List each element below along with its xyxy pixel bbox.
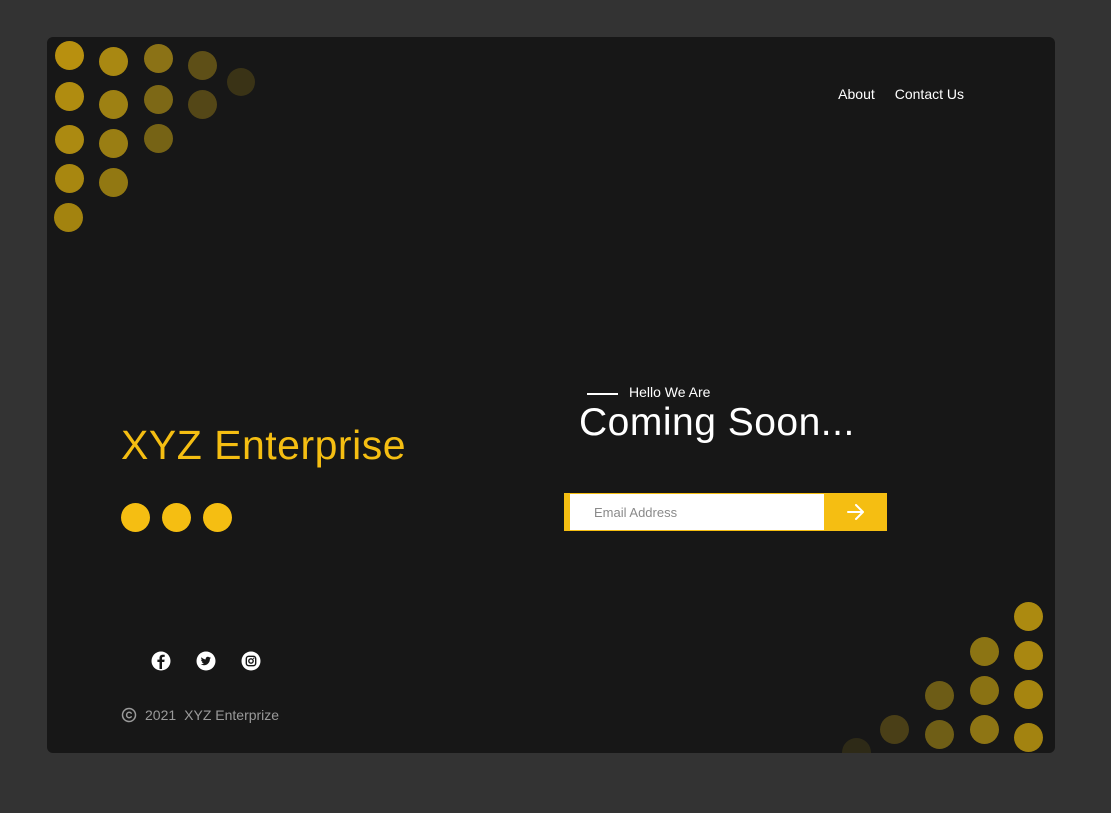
brand-dot: [162, 503, 191, 532]
facebook-icon[interactable]: [151, 651, 171, 671]
headline: Coming Soon...: [579, 401, 855, 444]
brand-title: XYZ Enterprise: [121, 422, 406, 468]
social-links: [151, 651, 261, 671]
decorative-dot: [227, 68, 255, 96]
decorative-dot: [144, 124, 173, 153]
decorative-dot: [55, 164, 84, 193]
decorative-dot: [188, 51, 217, 80]
eyebrow-text: Hello We Are: [629, 384, 711, 400]
decorative-dot: [144, 85, 173, 114]
email-input[interactable]: [569, 493, 824, 531]
decorative-dot: [1014, 680, 1043, 709]
instagram-icon[interactable]: [241, 651, 261, 671]
decorative-dot: [970, 676, 999, 705]
nav-link-about[interactable]: About: [838, 86, 875, 102]
top-nav: About Contact Us: [838, 86, 964, 102]
decorative-dot: [1014, 641, 1043, 670]
decorative-dot: [188, 90, 217, 119]
submit-button[interactable]: [824, 493, 887, 531]
brand-dot: [121, 503, 150, 532]
decorative-dot: [925, 720, 954, 749]
decorative-dot: [1014, 602, 1043, 631]
decorative-dot: [99, 47, 128, 76]
eyebrow-line: [587, 393, 618, 395]
landing-card: About Contact Us XYZ Enterprise Hello We…: [47, 37, 1055, 753]
decorative-dot: [55, 125, 84, 154]
copyright-icon: [121, 707, 137, 723]
subscribe-form: [564, 493, 887, 531]
decorative-dot: [54, 203, 83, 232]
brand-dots: [121, 503, 232, 532]
footer: 2021 XYZ Enterprize: [121, 707, 279, 723]
copyright-company: XYZ Enterprize: [184, 707, 280, 723]
decorative-dot: [55, 41, 84, 70]
decorative-dot: [1014, 723, 1043, 752]
arrow-right-icon: [846, 504, 864, 520]
decorative-dot: [970, 715, 999, 744]
brand-dot: [203, 503, 232, 532]
decorative-dot: [925, 681, 954, 710]
decorative-dot: [55, 82, 84, 111]
decorative-dot: [99, 129, 128, 158]
decorative-dot: [842, 738, 871, 753]
twitter-icon[interactable]: [196, 651, 216, 671]
decorative-dot: [99, 90, 128, 119]
decorative-dot: [970, 637, 999, 666]
decorative-dot: [144, 44, 173, 73]
nav-link-contact-us[interactable]: Contact Us: [895, 86, 964, 102]
decorative-dot: [880, 715, 909, 744]
copyright-year: 2021: [145, 707, 177, 723]
decorative-dot: [99, 168, 128, 197]
